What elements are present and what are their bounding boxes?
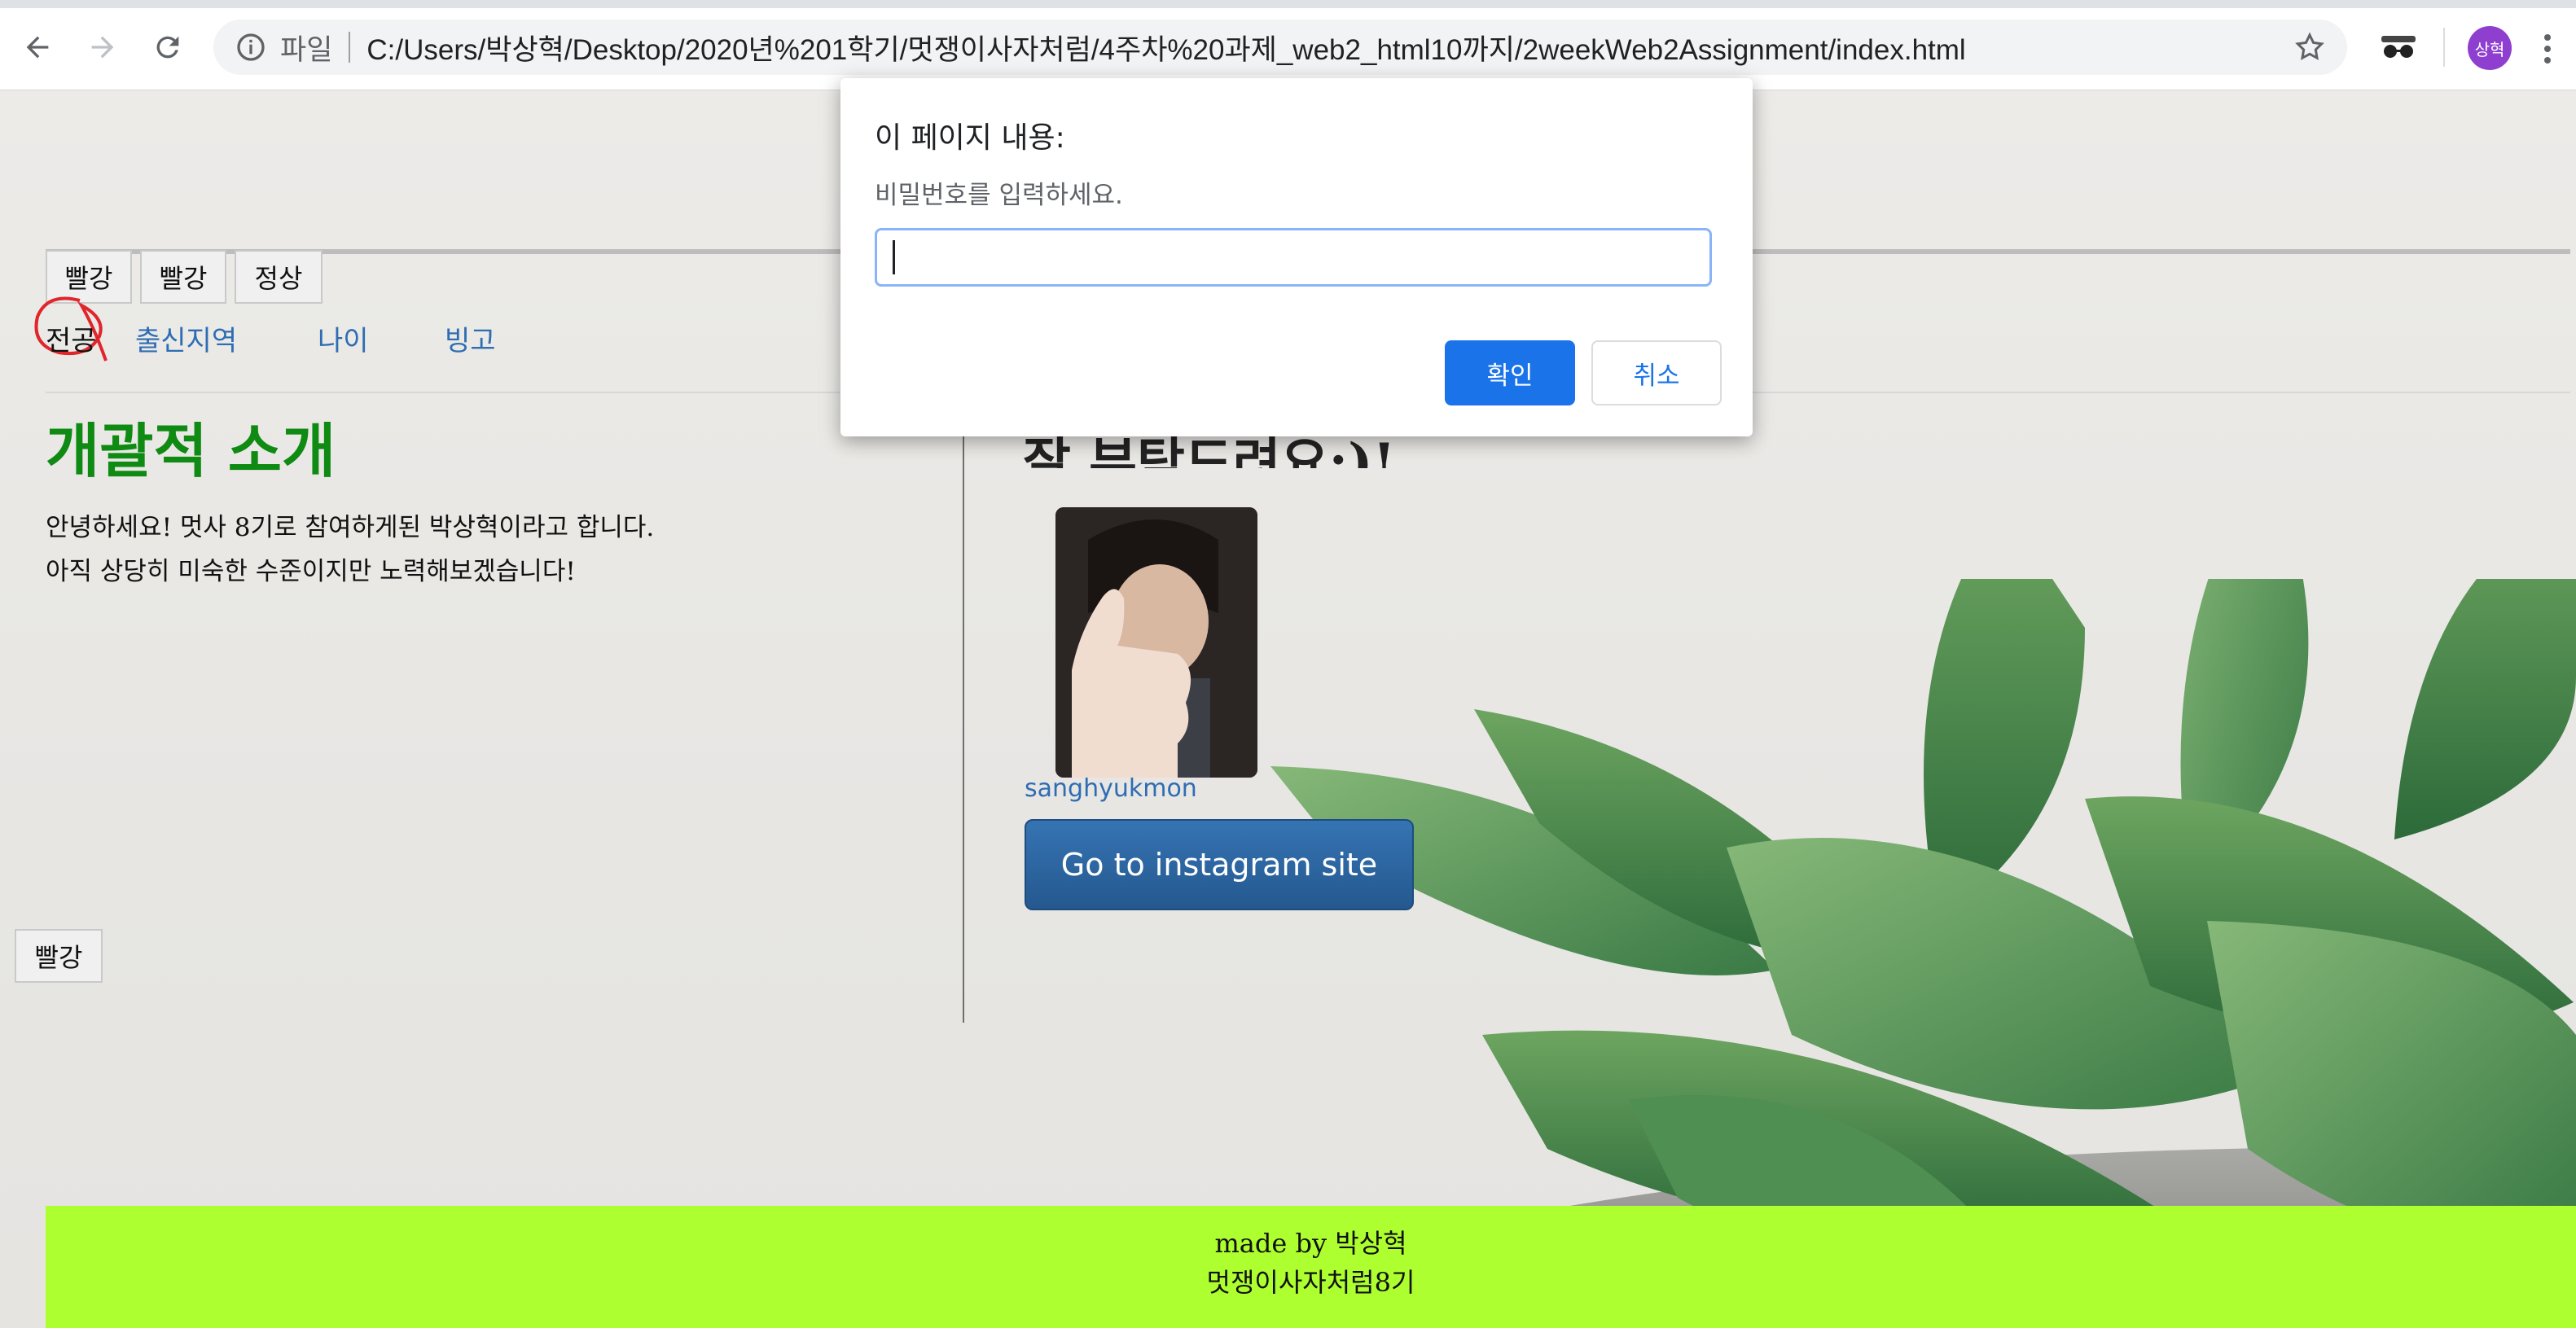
address-bar[interactable]: 파일 C:/Users/박상혁/Desktop/2020년%201학기/멋쟁이사…: [213, 20, 2347, 75]
more-menu-icon[interactable]: [2539, 29, 2556, 68]
password-input[interactable]: [875, 228, 1712, 287]
bookmark-star-icon[interactable]: [2293, 31, 2326, 64]
incognito-extension-icon[interactable]: [2378, 31, 2419, 64]
instagram-site-button[interactable]: Go to instagram site: [1025, 819, 1414, 910]
cancel-button[interactable]: 취소: [1591, 340, 1722, 405]
nav-link-bingo[interactable]: 빙고: [445, 318, 496, 358]
intro-line: 안녕하세요! 멋사 8기로 참여하게된 박상혁이라고 합니다.: [46, 513, 655, 542]
right-heading-text: 잘 부탁드려요:)!: [1023, 432, 1396, 468]
profile-avatar[interactable]: 상혁: [2468, 26, 2512, 70]
ok-button[interactable]: 확인: [1445, 340, 1575, 405]
scheme-divider: [349, 32, 351, 63]
forward-arrow-icon: [91, 36, 114, 59]
intro-text: 안녕하세요! 멋사 8기로 참여하게된 박상혁이라고 합니다. 아직 상당히 미…: [46, 506, 654, 594]
nav-link-major[interactable]: 전공: [46, 318, 97, 358]
back-arrow-icon: [26, 36, 49, 59]
dialog-message: 비밀번호를 입력하세요.: [875, 181, 1123, 210]
profile-photo: [1055, 507, 1257, 778]
info-icon[interactable]: [235, 31, 267, 64]
normal-color-button[interactable]: 정상: [235, 250, 323, 304]
password-prompt-dialog: 이 페이지 내용: 비밀번호를 입력하세요. 확인 취소: [840, 78, 1753, 436]
back-button[interactable]: [10, 20, 65, 75]
scheme-label: 파일: [280, 33, 333, 66]
nav-link-hometown[interactable]: 출신지역: [135, 318, 237, 358]
thumbs-up-selfie-image: [1055, 507, 1257, 778]
browser-toolbar: 파일 C:/Users/박상혁/Desktop/2020년%201학기/멋쟁이사…: [0, 0, 2576, 90]
forward-button[interactable]: [75, 20, 130, 75]
red-color-button-bottom[interactable]: 빨강: [15, 929, 103, 983]
dialog-title: 이 페이지 내용:: [875, 121, 1065, 155]
intro-line: 아직 상당히 미숙한 수준이지만 노력해보겠습니다!: [46, 557, 576, 586]
footer: made by 박상혁 멋쟁이사자처럼8기: [46, 1206, 2576, 1328]
url-text[interactable]: C:/Users/박상혁/Desktop/2020년%201학기/멋쟁이사자처럼…: [366, 27, 1965, 68]
footer-org: 멋쟁이사자처럼8기: [1206, 1267, 1415, 1298]
intro-heading: 개괄적 소개: [46, 416, 336, 485]
text-caret: [893, 240, 895, 274]
reload-icon: [156, 36, 179, 59]
red-color-button-2[interactable]: 빨강: [140, 250, 226, 304]
reload-button[interactable]: [140, 20, 195, 75]
column-divider: [963, 416, 964, 1023]
nav-link-age[interactable]: 나이: [318, 318, 369, 358]
footer-credit: made by 박상혁: [1214, 1228, 1407, 1259]
toolbar-divider: [2443, 28, 2445, 67]
instagram-handle-link[interactable]: sanghyukmon: [1025, 774, 1197, 803]
tab-strip-edge: [0, 0, 2576, 8]
